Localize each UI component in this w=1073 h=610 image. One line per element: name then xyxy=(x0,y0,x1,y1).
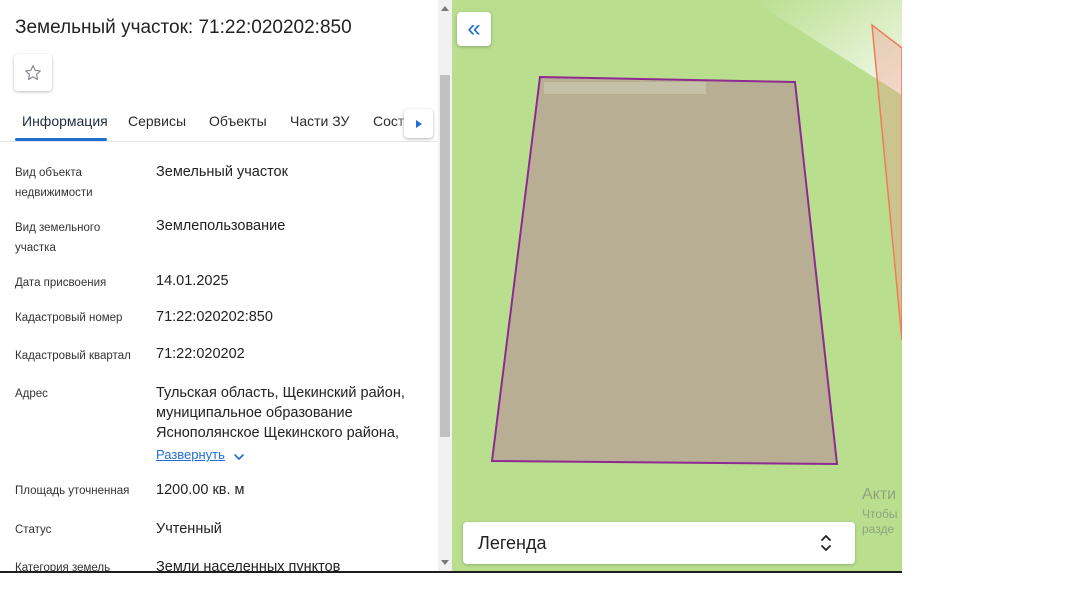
row-label-assignment-date: Дата присвоения xyxy=(15,277,107,289)
activation-watermark: Акти Чтобы разде xyxy=(862,486,898,536)
neighbor-parcel[interactable] xyxy=(871,23,902,341)
row-label-cadastral-number: Кадастровый номер xyxy=(15,312,123,324)
chevron-down-icon[interactable] xyxy=(232,450,246,464)
info-panel: Земельный участок: 71:22:020202:850 Инфо… xyxy=(0,0,452,571)
row-value-cadastral-quarter: 71:22:020202 xyxy=(156,346,245,362)
scroll-up-arrow[interactable] xyxy=(441,6,449,11)
window-bottom-edge xyxy=(0,571,902,573)
map-view[interactable]: « Акти Чтобы разде Легенда xyxy=(452,0,902,571)
map-canvas[interactable] xyxy=(452,0,902,571)
cadastral-map-app: Земельный участок: 71:22:020202:850 Инфо… xyxy=(0,0,902,573)
legend-label: Легенда xyxy=(478,533,547,553)
scroll-down-arrow[interactable] xyxy=(441,560,449,565)
row-value-area: 1200.00 кв. м xyxy=(156,482,245,498)
parcel-label-strip xyxy=(544,82,706,94)
scrollbar-thumb[interactable] xyxy=(440,75,450,437)
panel-scrollbar[interactable] xyxy=(438,0,452,571)
row-label-land-type: Вид земельного участка xyxy=(15,222,101,254)
land-parcel-polygon[interactable] xyxy=(490,75,839,466)
row-label-area: Площадь уточненная xyxy=(15,485,130,497)
watermark-line-2: Чтобы xyxy=(862,507,898,521)
double-chevron-left-icon: « xyxy=(467,15,481,42)
row-value-land-category: Земли населенных пунктов xyxy=(156,559,341,571)
row-value-address: Тульская область, Щекинский район, муниц… xyxy=(156,385,405,441)
legend-panel[interactable]: Легенда xyxy=(463,522,855,564)
chevron-up-down-icon[interactable] xyxy=(819,532,833,554)
watermark-line-3: разде xyxy=(862,522,895,536)
row-label-cadastral-quarter: Кадастровый квартал xyxy=(15,350,131,362)
row-value-object-type: Земельный участок xyxy=(156,164,288,180)
row-label-land-category: Категория земель xyxy=(15,562,111,571)
watermark-line-1: Акти xyxy=(862,486,897,503)
row-value-assignment-date: 14.01.2025 xyxy=(156,273,229,289)
expand-address-link[interactable]: Развернуть xyxy=(156,447,225,462)
row-value-land-type: Землепользование xyxy=(156,218,286,234)
row-label-object-type: Вид объекта недвижимости xyxy=(15,167,93,199)
row-value-status: Учтенный xyxy=(156,521,222,537)
row-value-cadastral-number: 71:22:020202:850 xyxy=(156,309,273,325)
info-rows: Вид объекта недвижимости Земельный участ… xyxy=(0,0,438,571)
row-label-status: Статус xyxy=(15,524,52,536)
collapse-panel-button[interactable]: « xyxy=(457,12,491,46)
row-label-address: Адрес xyxy=(15,388,48,400)
